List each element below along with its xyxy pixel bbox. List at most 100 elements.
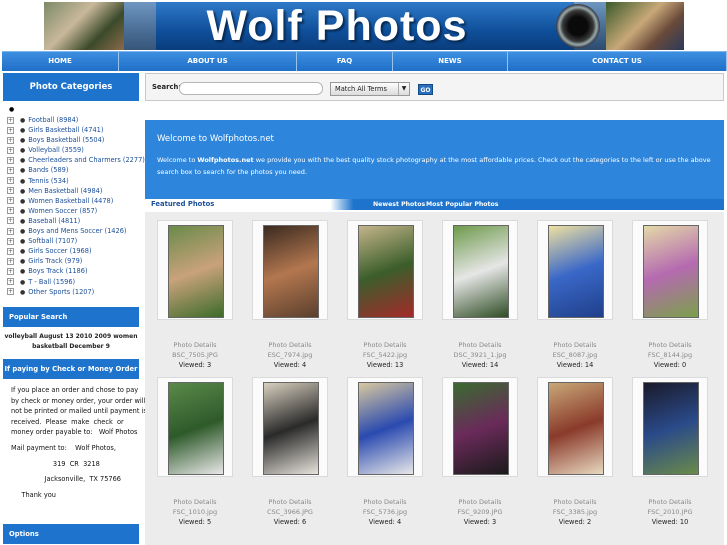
photo-details-link[interactable]: Photo Details — [341, 340, 429, 350]
popular-search-terms[interactable]: volleyball August 13 2010 2009 women bas… — [3, 332, 139, 352]
category-item[interactable]: + ● Cheerleaders and Charmers (2277) — [3, 155, 145, 165]
category-link[interactable]: Volleyball (3559) — [28, 146, 84, 154]
category-link[interactable]: Bands (589) — [28, 166, 68, 174]
category-link[interactable]: T - Ball (1596) — [28, 278, 75, 286]
category-link[interactable]: Girls Track (979) — [28, 257, 82, 265]
category-link[interactable]: Boys Track (1186) — [28, 267, 87, 275]
category-link[interactable]: Baseball (4811) — [28, 217, 80, 225]
photo-card[interactable]: Photo Details FSC_5736.jpg Viewed: 4 — [341, 369, 429, 526]
category-item[interactable]: + ● Girls Track (979) — [3, 256, 139, 266]
photo-card[interactable]: Photo Details BSC_7505.JPG Viewed: 3 — [151, 212, 239, 369]
photo-details-link[interactable]: Photo Details — [151, 340, 239, 350]
category-link[interactable]: Boys Basketball (5504) — [28, 136, 104, 144]
category-link[interactable]: Women Soccer (857) — [28, 207, 97, 215]
photo-card[interactable]: Photo Details FSC_9209.JPG Viewed: 3 — [436, 369, 524, 526]
photo-thumbnail[interactable] — [168, 225, 224, 318]
category-link[interactable]: Cheerleaders and Charmers (2277) — [28, 156, 145, 164]
expand-plus-icon[interactable]: + — [7, 227, 14, 235]
photo-card[interactable]: Photo Details ESC_7974.jpg Viewed: 4 — [246, 212, 334, 369]
expand-plus-icon[interactable]: + — [7, 247, 14, 255]
photo-thumbnail[interactable] — [358, 382, 414, 475]
expand-plus-icon[interactable]: + — [7, 288, 14, 296]
category-item[interactable]: + ● Other Sports (1207) — [3, 287, 139, 297]
category-item[interactable]: + ● Volleyball (3559) — [3, 145, 139, 155]
category-item[interactable]: + ● Boys Basketball (5504) — [3, 135, 139, 145]
photo-details-link[interactable]: Photo Details — [436, 340, 524, 350]
category-link[interactable]: Softball (7107) — [28, 237, 77, 245]
category-link[interactable]: Tennis (534) — [28, 177, 68, 185]
photo-details-link[interactable]: Photo Details — [626, 497, 714, 507]
photo-card[interactable]: Photo Details FSC_1010.jpg Viewed: 5 — [151, 369, 239, 526]
photo-card[interactable]: Photo Details FSC_3385.jpg Viewed: 2 — [531, 369, 619, 526]
expand-plus-icon[interactable]: + — [7, 197, 14, 205]
expand-plus-icon[interactable]: + — [7, 267, 14, 275]
nav-item-faq[interactable]: FAQ — [297, 52, 393, 71]
photo-thumbnail[interactable] — [453, 225, 509, 318]
photo-thumbnail[interactable] — [453, 382, 509, 475]
photo-details-link[interactable]: Photo Details — [531, 497, 619, 507]
tab-most-popular-photos[interactable]: Most Popular Photos — [426, 199, 498, 210]
expand-plus-icon[interactable]: + — [7, 187, 14, 195]
category-link[interactable]: Women Basketball (4478) — [28, 197, 113, 205]
photo-thumbnail[interactable] — [168, 382, 224, 475]
photo-thumbnail[interactable] — [643, 382, 699, 475]
photo-card[interactable]: Photo Details FSC_5422.jpg Viewed: 13 — [341, 212, 429, 369]
expand-plus-icon[interactable]: + — [7, 126, 14, 134]
expand-plus-icon[interactable]: + — [7, 217, 14, 225]
category-link[interactable]: Girls Basketball (4741) — [28, 126, 103, 134]
photo-thumbnail[interactable] — [263, 382, 319, 475]
category-item[interactable]: + ● Bands (589) — [3, 165, 139, 175]
category-item[interactable]: + ● Football (8984) — [3, 115, 139, 125]
expand-plus-icon[interactable]: + — [7, 237, 14, 245]
photo-details-link[interactable]: Photo Details — [626, 340, 714, 350]
category-item[interactable]: + ● Girls Basketball (4741) — [3, 125, 139, 135]
category-item[interactable]: + ● Boys and Mens Soccer (1426) — [3, 226, 139, 236]
expand-plus-icon[interactable]: + — [7, 207, 14, 215]
expand-plus-icon[interactable]: + — [7, 116, 14, 124]
category-item[interactable]: + ● Baseball (4811) — [3, 216, 139, 226]
photo-card[interactable]: Photo Details DSC_3921_1.jpg Viewed: 14 — [436, 212, 524, 369]
match-terms-select[interactable]: Match All Terms ▼ — [330, 82, 410, 96]
photo-details-link[interactable]: Photo Details — [246, 497, 334, 507]
photo-details-link[interactable]: Photo Details — [341, 497, 429, 507]
category-item[interactable]: + ● Women Soccer (857) — [3, 206, 139, 216]
expand-plus-icon[interactable]: + — [7, 146, 14, 154]
category-link[interactable]: Girls Soccer (1968) — [28, 247, 91, 255]
photo-details-link[interactable]: Photo Details — [151, 497, 239, 507]
photo-thumbnail[interactable] — [263, 225, 319, 318]
photo-card[interactable]: Photo Details FSC_8144.jpg Viewed: 0 — [626, 212, 714, 369]
photo-thumbnail[interactable] — [548, 382, 604, 475]
category-item[interactable]: + ● Softball (7107) — [3, 236, 139, 246]
nav-item-contact-us[interactable]: CONTACT US — [508, 52, 727, 71]
expand-plus-icon[interactable]: + — [7, 177, 14, 185]
photo-details-link[interactable]: Photo Details — [531, 340, 619, 350]
photo-thumbnail[interactable] — [358, 225, 414, 318]
category-item[interactable]: + ● Tennis (534) — [3, 176, 139, 186]
nav-item-home[interactable]: HOME — [2, 52, 119, 71]
category-link[interactable]: Other Sports (1207) — [28, 288, 94, 296]
category-link[interactable]: Men Basketball (4984) — [28, 187, 102, 195]
photo-thumbnail[interactable] — [643, 225, 699, 318]
category-item[interactable]: + ● Girls Soccer (1968) — [3, 246, 139, 256]
photo-card[interactable]: Photo Details ESC_8087.jpg Viewed: 14 — [531, 212, 619, 369]
expand-plus-icon[interactable]: + — [7, 136, 14, 144]
expand-plus-icon[interactable]: + — [7, 257, 14, 265]
photo-details-link[interactable]: Photo Details — [436, 497, 524, 507]
expand-plus-icon[interactable]: + — [7, 166, 14, 174]
photo-thumbnail[interactable] — [548, 225, 604, 318]
expand-plus-icon[interactable]: + — [7, 156, 14, 164]
photo-details-link[interactable]: Photo Details — [246, 340, 334, 350]
category-link[interactable]: Boys and Mens Soccer (1426) — [28, 227, 126, 235]
search-input[interactable] — [179, 82, 323, 95]
photo-card[interactable]: Photo Details CSC_3966.JPG Viewed: 6 — [246, 369, 334, 526]
category-item[interactable]: + ● Men Basketball (4984) — [3, 186, 139, 196]
expand-plus-icon[interactable]: + — [7, 278, 14, 285]
go-button[interactable]: GO — [418, 84, 433, 95]
category-item[interactable]: + ● Women Basketball (4478) — [3, 196, 139, 206]
nav-item-about-us[interactable]: ABOUT US — [119, 52, 297, 71]
tab-featured-photos[interactable]: Featured Photos — [151, 199, 214, 210]
category-item[interactable]: + ● Boys Track (1186) — [3, 266, 139, 276]
category-link[interactable]: Football (8984) — [28, 116, 78, 124]
category-item[interactable]: + ● T - Ball (1596) — [3, 277, 139, 287]
nav-item-news[interactable]: NEWS — [393, 52, 508, 71]
